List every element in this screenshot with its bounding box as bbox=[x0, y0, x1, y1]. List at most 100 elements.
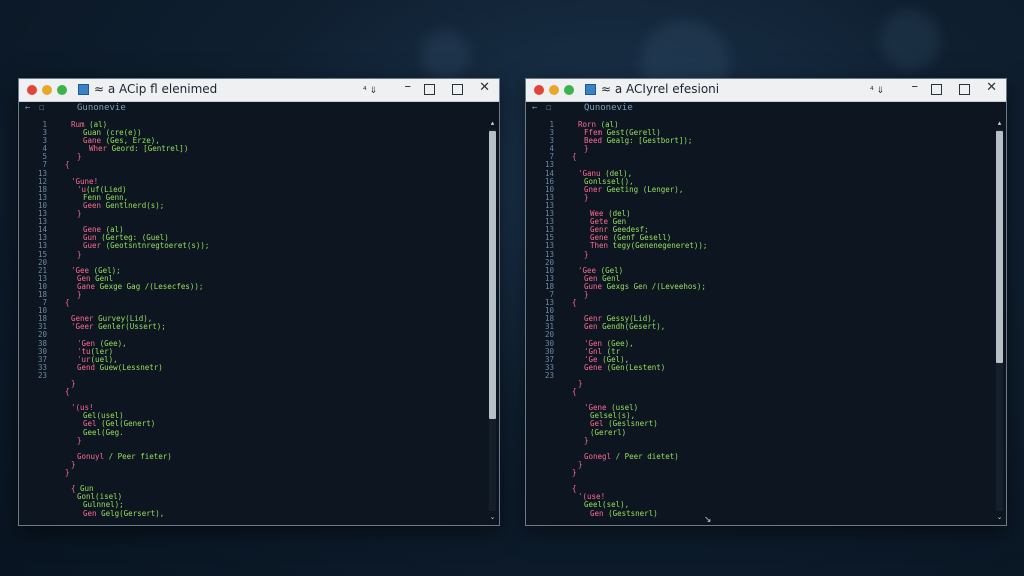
code-string: Gexge Gag /(Lesecfes)); bbox=[99, 281, 204, 291]
code-line[interactable]: 31 Gen Gendh(Gesert), bbox=[534, 323, 994, 331]
code-line[interactable]: } bbox=[27, 460, 487, 469]
code-line[interactable]: } bbox=[534, 468, 994, 478]
code-area[interactable]: 1 Rorn (al) 3 Ffem Gest(Gerell) 3 Beed Gealg:… bbox=[534, 121, 994, 525]
code-keyword: Gonegl bbox=[584, 451, 616, 461]
code-area[interactable]: 1 Rum (al) 3 Guan (cre(e)) 3 Gane (Ges, Erze)… bbox=[27, 121, 487, 525]
code-line[interactable]: } bbox=[27, 436, 487, 445]
code-line[interactable]: { bbox=[534, 388, 994, 396]
minimize-button[interactable]: – bbox=[912, 80, 919, 94]
code-line[interactable]: 31 'Geer Genler(Ussert); bbox=[27, 323, 487, 331]
title-bar[interactable]: ≈ a ACip ﬂ elenimed ⁴ ⇓ – ✕ bbox=[19, 79, 499, 102]
scroll-down-icon[interactable]: ⌄ bbox=[488, 513, 497, 521]
code-keyword: { bbox=[65, 160, 70, 170]
code-text: } bbox=[566, 436, 589, 445]
restore-button[interactable] bbox=[424, 84, 435, 95]
vertical-scrollbar[interactable]: ▴ ⌄ bbox=[488, 119, 497, 521]
code-line[interactable]: 3 Beed Gealg: [Gestbort]); bbox=[534, 137, 994, 145]
file-icon[interactable]: ☐ bbox=[39, 103, 44, 113]
code-string: Gexgs Gen /(Leveehos); bbox=[606, 281, 706, 291]
code-line[interactable]: 13} bbox=[534, 250, 994, 259]
editor-window-right: ≈ a ACIyrel efesioni ⁴ ⇓ – ✕ ← ☐ Qunonev… bbox=[525, 78, 1007, 526]
code-text: Gend Guew(Lessnetr) bbox=[59, 363, 163, 372]
scroll-thumb[interactable] bbox=[996, 131, 1003, 363]
code-line[interactable]: 7{ bbox=[27, 298, 487, 307]
code-string: (Geotsntnregtoeret(s)); bbox=[105, 241, 210, 251]
code-line[interactable]: 18} bbox=[27, 290, 487, 299]
code-line[interactable]: } bbox=[534, 379, 994, 388]
close-dot-icon[interactable] bbox=[27, 85, 37, 95]
code-line[interactable]: } bbox=[27, 468, 487, 477]
maximize-button[interactable] bbox=[959, 84, 970, 95]
code-text: Gene (Gen(Lestent) bbox=[566, 362, 666, 372]
code-line[interactable]: 7{ bbox=[27, 161, 487, 169]
close-button[interactable]: ✕ bbox=[986, 81, 997, 95]
scroll-track[interactable] bbox=[489, 129, 496, 511]
code-line[interactable]: } bbox=[27, 379, 487, 388]
scroll-thumb[interactable] bbox=[489, 131, 496, 419]
restore-button[interactable] bbox=[931, 84, 942, 95]
code-line[interactable]: 10 Gner Geeting (Lenger), bbox=[534, 185, 994, 194]
code-line[interactable]: 7{ bbox=[534, 153, 994, 161]
code-line[interactable]: 5} bbox=[27, 153, 487, 161]
title-extra-icon[interactable]: ⁴ ⇓ bbox=[870, 84, 884, 98]
code-string: (Gen(Lestent) bbox=[606, 362, 666, 372]
code-line[interactable]: Gen (Gestsnerl) bbox=[534, 509, 994, 518]
code-line[interactable]: 33 Gend Guew(Lessnetr) bbox=[27, 363, 487, 372]
code-text: (Gererl) bbox=[566, 428, 626, 437]
minimize-dot-icon[interactable] bbox=[42, 85, 52, 95]
close-button[interactable]: ✕ bbox=[479, 81, 490, 95]
code-text: } bbox=[566, 250, 589, 259]
back-arrow-icon[interactable]: ← bbox=[25, 103, 30, 113]
minimize-dot-icon[interactable] bbox=[549, 85, 559, 95]
code-line[interactable]: Gen Gelg(Gersert), bbox=[27, 509, 487, 518]
title-bar[interactable]: ≈ a ACIyrel efesioni ⁴ ⇓ – ✕ bbox=[526, 79, 1006, 102]
code-line[interactable] bbox=[534, 477, 994, 485]
code-line[interactable]: Geel(Geg. bbox=[27, 428, 487, 437]
code-line[interactable]: 33 Gene (Gen(Lestent) bbox=[534, 362, 994, 372]
code-string: Gentlnerd(s); bbox=[105, 200, 165, 210]
code-line[interactable]: Gonegl / Peer dietet) bbox=[534, 451, 994, 461]
editor-toolbar: ← ☐ Gunonevie bbox=[19, 102, 499, 116]
code-keyword: } bbox=[572, 468, 577, 478]
code-text: { bbox=[566, 388, 577, 396]
minimize-button[interactable]: – bbox=[405, 80, 412, 94]
code-line[interactable]: 10 Geen Gentlnerd(s); bbox=[27, 200, 487, 210]
maximize-button[interactable] bbox=[452, 84, 463, 95]
code-line[interactable]: Gonuyl / Peer fieter) bbox=[27, 452, 487, 461]
toolbar-label[interactable]: Qunonevie bbox=[584, 103, 633, 113]
scroll-down-icon[interactable]: ⌄ bbox=[995, 513, 1004, 521]
code-line[interactable]: } bbox=[534, 436, 994, 445]
code-line[interactable]: } bbox=[534, 460, 994, 469]
code-line[interactable]: 23 bbox=[27, 370, 487, 380]
toolbar-label[interactable]: Gunonevie bbox=[77, 103, 126, 113]
zoom-dot-icon[interactable] bbox=[57, 85, 67, 95]
code-line[interactable]: 4} bbox=[534, 145, 994, 153]
code-line[interactable]: 18 Gune Gexgs Gen /(Leveehos); bbox=[534, 281, 994, 291]
code-line[interactable]: 13{ bbox=[534, 298, 994, 307]
code-line[interactable]: 13} bbox=[27, 209, 487, 218]
code-line[interactable]: 10 Gane Gexge Gag /(Lesecfes)); bbox=[27, 281, 487, 291]
code-line[interactable]: 13 Guer (Geotsntnregtoeret(s)); bbox=[27, 242, 487, 250]
code-line[interactable] bbox=[27, 396, 487, 404]
scroll-up-icon[interactable]: ▴ bbox=[995, 119, 1004, 127]
line-number: 23 bbox=[37, 370, 47, 380]
back-arrow-icon[interactable]: ← bbox=[532, 103, 537, 113]
code-line[interactable]: 4 Wher Geord: [Gentrel]) bbox=[27, 145, 487, 153]
title-extra-icon[interactable]: ⁴ ⇓ bbox=[363, 84, 377, 98]
code-line[interactable]: 23 bbox=[534, 371, 994, 380]
file-icon[interactable]: ☐ bbox=[546, 103, 551, 113]
code-line[interactable]: 13} bbox=[534, 193, 994, 202]
scroll-track[interactable] bbox=[996, 129, 1003, 511]
code-line[interactable]: 15} bbox=[27, 250, 487, 259]
code-line[interactable]: (Gererl) bbox=[534, 428, 994, 437]
close-dot-icon[interactable] bbox=[534, 85, 544, 95]
code-line[interactable] bbox=[27, 477, 487, 485]
vertical-scrollbar[interactable]: ▴ ⌄ bbox=[995, 119, 1004, 521]
code-line[interactable]: { bbox=[27, 388, 487, 396]
editor-toolbar: ← ☐ Qunonevie bbox=[526, 102, 1006, 116]
code-line[interactable]: 7} bbox=[534, 290, 994, 299]
code-line[interactable]: 13 Then tegy(Genenegeneret)); bbox=[534, 242, 994, 250]
code-text: { bbox=[59, 388, 70, 396]
scroll-up-icon[interactable]: ▴ bbox=[488, 119, 497, 127]
zoom-dot-icon[interactable] bbox=[564, 85, 574, 95]
